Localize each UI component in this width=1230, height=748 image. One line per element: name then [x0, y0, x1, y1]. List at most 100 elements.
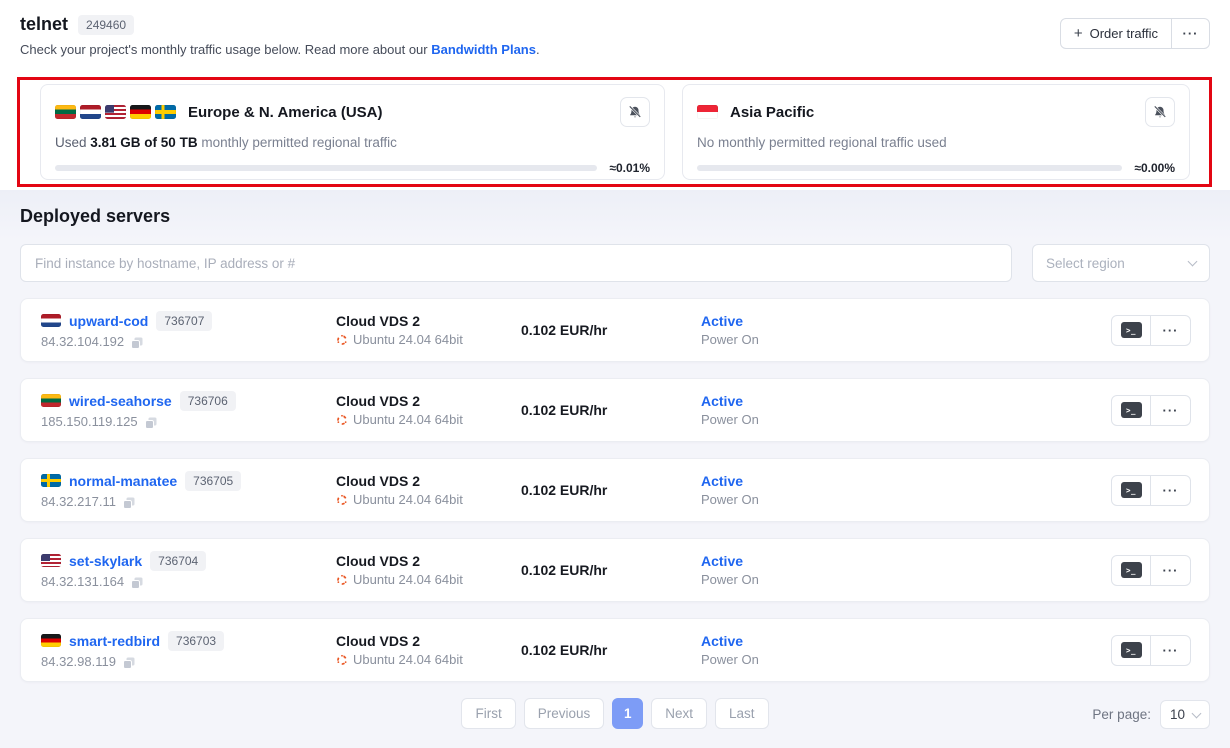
- power-state-label: Power On: [701, 332, 901, 347]
- project-id-badge: 249460: [78, 15, 134, 35]
- region-select[interactable]: Select region: [1032, 244, 1210, 282]
- plan-name: Cloud VDS 2: [336, 473, 521, 489]
- country-flag-icon: [41, 314, 61, 327]
- pagination-page-1-button[interactable]: 1: [612, 698, 643, 729]
- page-header: telnet 249460 Check your project's month…: [0, 0, 1230, 57]
- terminal-button[interactable]: >_: [1111, 475, 1151, 506]
- copy-icon[interactable]: [144, 416, 158, 430]
- terminal-icon: >_: [1121, 562, 1142, 578]
- chevron-down-icon: [1192, 708, 1202, 718]
- country-flag-icon: [41, 634, 61, 647]
- copy-icon[interactable]: [122, 496, 136, 510]
- search-input[interactable]: [20, 244, 1012, 282]
- os-label: Ubuntu 24.04 64bit: [353, 572, 463, 587]
- pagination-next-button[interactable]: Next: [651, 698, 707, 729]
- server-id-badge: 736707: [156, 311, 212, 331]
- power-state-label: Power On: [701, 492, 901, 507]
- server-row: wired-seahorse 736706 185.150.119.125 Cl…: [20, 378, 1210, 442]
- flag-icon: [155, 105, 176, 119]
- terminal-icon: >_: [1121, 322, 1142, 338]
- server-ip: 84.32.104.192: [41, 334, 124, 349]
- server-hostname-link[interactable]: set-skylark: [69, 553, 142, 569]
- flag-icon: [697, 105, 718, 119]
- pagination-previous-button[interactable]: Previous: [524, 698, 605, 729]
- traffic-subtitle: Check your project's monthly traffic usa…: [20, 42, 1210, 57]
- terminal-icon: >_: [1121, 402, 1142, 418]
- per-page-label: Per page:: [1092, 707, 1151, 722]
- price-label: 0.102 EUR/hr: [521, 482, 701, 498]
- status-active-link[interactable]: Active: [701, 393, 901, 409]
- ubuntu-icon: [336, 654, 348, 666]
- server-ip: 84.32.131.164: [41, 574, 124, 589]
- price-label: 0.102 EUR/hr: [521, 402, 701, 418]
- terminal-button[interactable]: >_: [1111, 635, 1151, 666]
- server-hostname-link[interactable]: normal-manatee: [69, 473, 177, 489]
- server-ip: 84.32.98.119: [41, 654, 116, 669]
- terminal-icon: >_: [1121, 482, 1142, 498]
- server-id-badge: 736704: [150, 551, 206, 571]
- per-page-value: 10: [1170, 707, 1185, 722]
- status-active-link[interactable]: Active: [701, 473, 901, 489]
- chevron-down-icon: [1188, 257, 1198, 267]
- server-ip: 185.150.119.125: [41, 414, 138, 429]
- plan-name: Cloud VDS 2: [336, 553, 521, 569]
- usage-text: No monthly permitted regional traffic us…: [697, 135, 1175, 150]
- ubuntu-icon: [336, 574, 348, 586]
- copy-icon[interactable]: [130, 336, 144, 350]
- power-state-label: Power On: [701, 652, 901, 667]
- per-page-select[interactable]: 10: [1160, 700, 1210, 729]
- header-actions: + Order traffic ···: [1060, 18, 1210, 49]
- terminal-button[interactable]: >_: [1111, 395, 1151, 426]
- status-active-link[interactable]: Active: [701, 553, 901, 569]
- row-more-button[interactable]: ···: [1151, 315, 1191, 346]
- os-label: Ubuntu 24.04 64bit: [353, 652, 463, 667]
- pagination-first-button[interactable]: First: [461, 698, 515, 729]
- row-more-button[interactable]: ···: [1151, 475, 1191, 506]
- server-id-badge: 736703: [168, 631, 224, 651]
- row-more-button[interactable]: ···: [1151, 635, 1191, 666]
- traffic-card-europe: Europe & N. America (USA) Used 3.81 GB o…: [40, 84, 665, 180]
- ubuntu-icon: [336, 334, 348, 346]
- pagination-last-button[interactable]: Last: [715, 698, 769, 729]
- server-id-badge: 736706: [180, 391, 236, 411]
- flag-icon: [55, 105, 76, 119]
- subtitle-text: Check your project's monthly traffic usa…: [20, 42, 431, 57]
- flag-icon: [105, 105, 126, 119]
- region-select-placeholder: Select region: [1046, 256, 1125, 271]
- traffic-percent: ≈0.01%: [609, 161, 650, 175]
- notifications-off-button[interactable]: [1145, 97, 1175, 127]
- terminal-button[interactable]: >_: [1111, 555, 1151, 586]
- traffic-progress-bar: [55, 165, 597, 171]
- plan-name: Cloud VDS 2: [336, 313, 521, 329]
- plus-icon: +: [1074, 25, 1083, 42]
- server-hostname-link[interactable]: smart-redbird: [69, 633, 160, 649]
- row-more-button[interactable]: ···: [1151, 395, 1191, 426]
- header-more-button[interactable]: ···: [1172, 18, 1210, 49]
- server-hostname-link[interactable]: wired-seahorse: [69, 393, 172, 409]
- terminal-icon: >_: [1121, 642, 1142, 658]
- notifications-off-button[interactable]: [620, 97, 650, 127]
- traffic-card-asia: Asia Pacific No monthly permitted region…: [682, 84, 1190, 180]
- order-traffic-button[interactable]: + Order traffic: [1060, 18, 1172, 49]
- server-row: set-skylark 736704 84.32.131.164 Cloud V…: [20, 538, 1210, 602]
- traffic-percent: ≈0.00%: [1134, 161, 1175, 175]
- order-traffic-label: Order traffic: [1090, 26, 1158, 41]
- flag-icon: [130, 105, 151, 119]
- row-more-button[interactable]: ···: [1151, 555, 1191, 586]
- copy-icon[interactable]: [122, 656, 136, 670]
- os-label: Ubuntu 24.04 64bit: [353, 492, 463, 507]
- usage-prefix: Used: [55, 135, 90, 150]
- status-active-link[interactable]: Active: [701, 313, 901, 329]
- copy-icon[interactable]: [130, 576, 144, 590]
- server-hostname-link[interactable]: upward-cod: [69, 313, 148, 329]
- price-label: 0.102 EUR/hr: [521, 322, 701, 338]
- usage-amount: 3.81 GB of 50 TB: [90, 135, 197, 150]
- status-active-link[interactable]: Active: [701, 633, 901, 649]
- region-title: Europe & N. America (USA): [188, 104, 382, 121]
- pagination: First Previous 1 Next Last: [20, 698, 1210, 729]
- server-id-badge: 736705: [185, 471, 241, 491]
- country-flag-icon: [41, 474, 61, 487]
- bandwidth-plans-link[interactable]: Bandwidth Plans: [431, 42, 536, 57]
- terminal-button[interactable]: >_: [1111, 315, 1151, 346]
- country-flag-icon: [41, 554, 61, 567]
